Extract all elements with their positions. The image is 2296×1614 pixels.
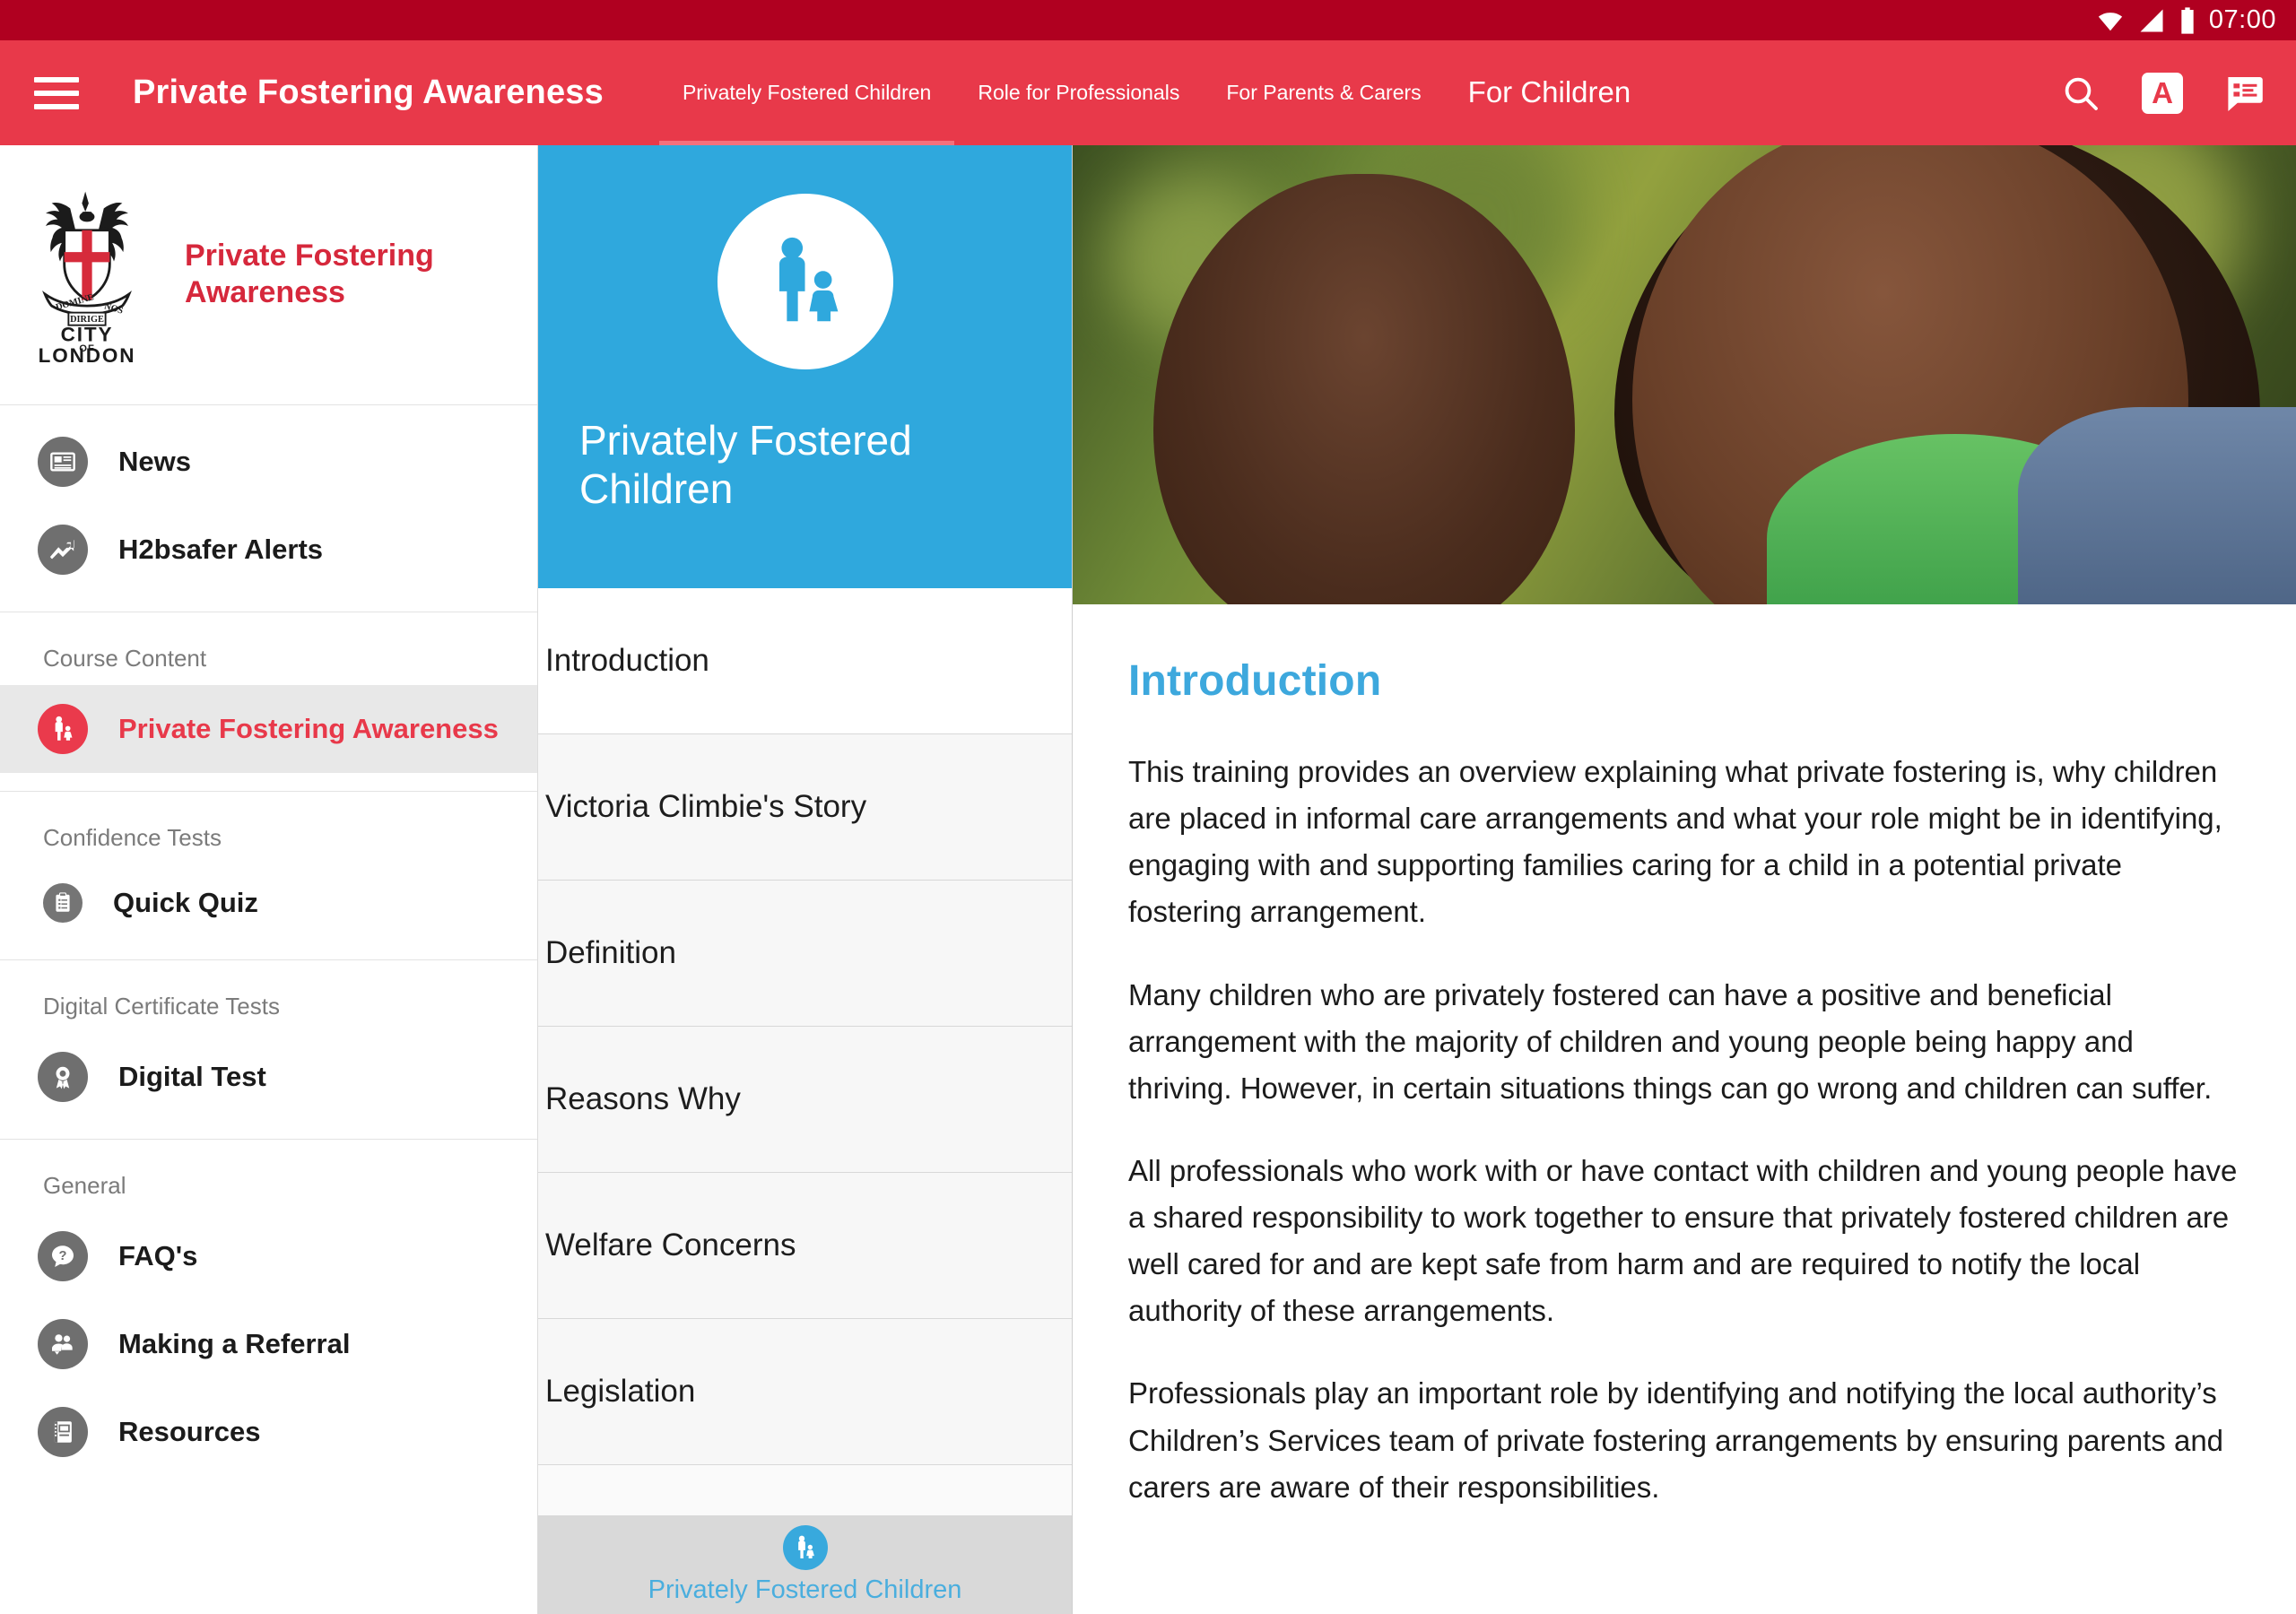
app-bar-actions: A [2059,40,2266,145]
drawer-group-general: General ? FAQ's Making a Referral Resour… [0,1140,537,1494]
tab-for-parents-and-carers[interactable]: For Parents & Carers [1203,40,1444,145]
list-item[interactable]: Definition [538,881,1072,1027]
award-rosette-icon [38,1051,88,1102]
trending-up-icon [38,524,88,575]
sidebar-item-resources[interactable]: Resources [0,1388,537,1476]
chapter-label: Introduction [545,643,709,678]
status-bar-clock: 07:00 [2208,5,2276,34]
chapter-label: Legislation [545,1374,696,1409]
status-icons: 07:00 [2095,5,2276,35]
wifi-icon [2098,12,2123,30]
article-body: Introduction This training provides an o… [1073,604,2296,1511]
sidebar-item-label: Resources [118,1415,261,1447]
article-paragraph: This training provides an overview expla… [1128,755,2222,929]
chapter-list: Introduction Victoria Climbie's Story De… [538,588,1072,1614]
article-heading: Introduction [1128,657,1382,705]
search-icon[interactable] [2059,72,2102,115]
drawer-brand-title: Private Fostering Awareness [185,238,434,310]
drawer-brand-header: DOMINE NOS DIRIGE CITY OF LONDON Private… [0,145,537,405]
clipboard-checklist-icon [43,882,83,923]
sidebar-item-label: Digital Test [118,1060,266,1092]
font-size-letter: A [2142,72,2183,114]
drawer-group-title: Confidence Tests [43,823,222,851]
drawer-group-title: Course Content [43,644,207,672]
city-of-london-crest: DOMINE NOS DIRIGE CITY OF LONDON [39,191,136,363]
sidebar-item-label: Making a Referral [118,1327,351,1359]
drawer-group-course-content: Course Content Private Fostering Awarene… [0,612,537,792]
font-size-icon[interactable]: A [2142,72,2183,114]
tab-label: For Children [1467,75,1631,109]
newspaper-icon [38,436,88,487]
chapter-label: Definition [545,935,676,970]
sidebar-item-label: Private Fostering Awareness [118,712,499,744]
workspace: DOMINE NOS DIRIGE CITY OF LONDON Private… [0,145,2296,1614]
parent-child-icon [782,1524,828,1570]
sidebar-item-making-a-referral[interactable]: Making a Referral [0,1300,537,1388]
tab-privately-fostered-children[interactable]: Privately Fostered Children [658,40,955,145]
app-bar: Private Fostering Awareness Privately Fo… [0,40,2296,145]
tab-label: Role for Professionals [978,80,1180,104]
chapter-list-panel: Privately Fostered Children Introduction… [538,145,1073,1614]
drawer-group-title: General [43,1171,126,1199]
list-item[interactable]: Welfare Concerns [538,1173,1072,1319]
drawer-group-main: News H2bsafer Alerts [0,405,537,612]
question-bubble-icon: ? [38,1230,88,1281]
list-item[interactable]: Introduction [538,588,1072,734]
sidebar-item-quick-quiz[interactable]: Quick Quiz [0,864,537,941]
chapter-panel-header: Privately Fostered Children [538,145,1072,588]
cellular-signal-icon [2140,9,2163,31]
chapter-label: Victoria Climbie's Story [545,789,867,824]
hamburger-menu-icon[interactable] [27,66,86,120]
article-paragraph: Many children who are privately fostered… [1128,977,2213,1105]
notes-icon[interactable] [2222,72,2266,115]
status-bar: 07:00 [0,0,2296,40]
battery-icon [2181,6,2194,34]
svg-text:LONDON: LONDON [39,344,136,363]
article-panel: Introduction This training provides an o… [1073,145,2296,1614]
svg-text:CITY: CITY [61,324,114,346]
chapter-label: Welfare Concerns [545,1228,796,1263]
chapter-panel-title: Privately Fostered Children [579,417,912,513]
drawer-group-title: Digital Certificate Tests [43,992,280,1020]
sidebar-item-label: News [118,445,191,477]
list-item[interactable]: Reasons Why [538,1027,1072,1173]
page-title: Private Fostering Awareness [133,74,604,111]
drawer-group-confidence-tests: Confidence Tests Quick Quiz [0,792,537,960]
article-paragraph: All professionals who work with or have … [1128,1153,2238,1328]
chapter-footer-label: Privately Fostered Children [648,1575,962,1604]
sidebar-item-label: H2bsafer Alerts [118,533,324,565]
svg-text:?: ? [59,1249,67,1263]
parent-child-icon [38,703,88,754]
chapter-label: Reasons Why [545,1081,741,1116]
parent-child-icon [717,194,893,369]
tab-bar: Privately Fostered Children Role for Pro… [658,40,1655,145]
list-item[interactable]: Legislation [538,1319,1072,1465]
sidebar-item-private-fostering-awareness[interactable]: Private Fostering Awareness [0,684,537,773]
article-paragraph: Professionals play an important role by … [1128,1376,2224,1504]
book-icon [38,1406,88,1457]
tab-label: For Parents & Carers [1226,80,1422,104]
sidebar-item-label: Quick Quiz [113,886,258,918]
tab-role-for-professionals[interactable]: Role for Professionals [954,40,1203,145]
navigation-drawer: DOMINE NOS DIRIGE CITY OF LONDON Private… [0,145,538,1614]
drawer-group-digital-certificate-tests: Digital Certificate Tests Digital Test [0,960,537,1140]
sidebar-item-news[interactable]: News [0,418,537,506]
tab-label: Privately Fostered Children [682,80,932,104]
chapter-panel-footer[interactable]: Privately Fostered Children [538,1515,1072,1614]
sidebar-item-digital-test[interactable]: Digital Test [0,1033,537,1121]
article-hero-image [1073,145,2296,604]
people-referral-icon [38,1318,88,1369]
sidebar-item-h2bsafer-alerts[interactable]: H2bsafer Alerts [0,506,537,594]
list-item[interactable]: Victoria Climbie's Story [538,734,1072,881]
sidebar-item-faqs[interactable]: ? FAQ's [0,1212,537,1300]
sidebar-item-label: FAQ's [118,1239,198,1271]
tab-for-children[interactable]: For Children [1445,40,1655,145]
